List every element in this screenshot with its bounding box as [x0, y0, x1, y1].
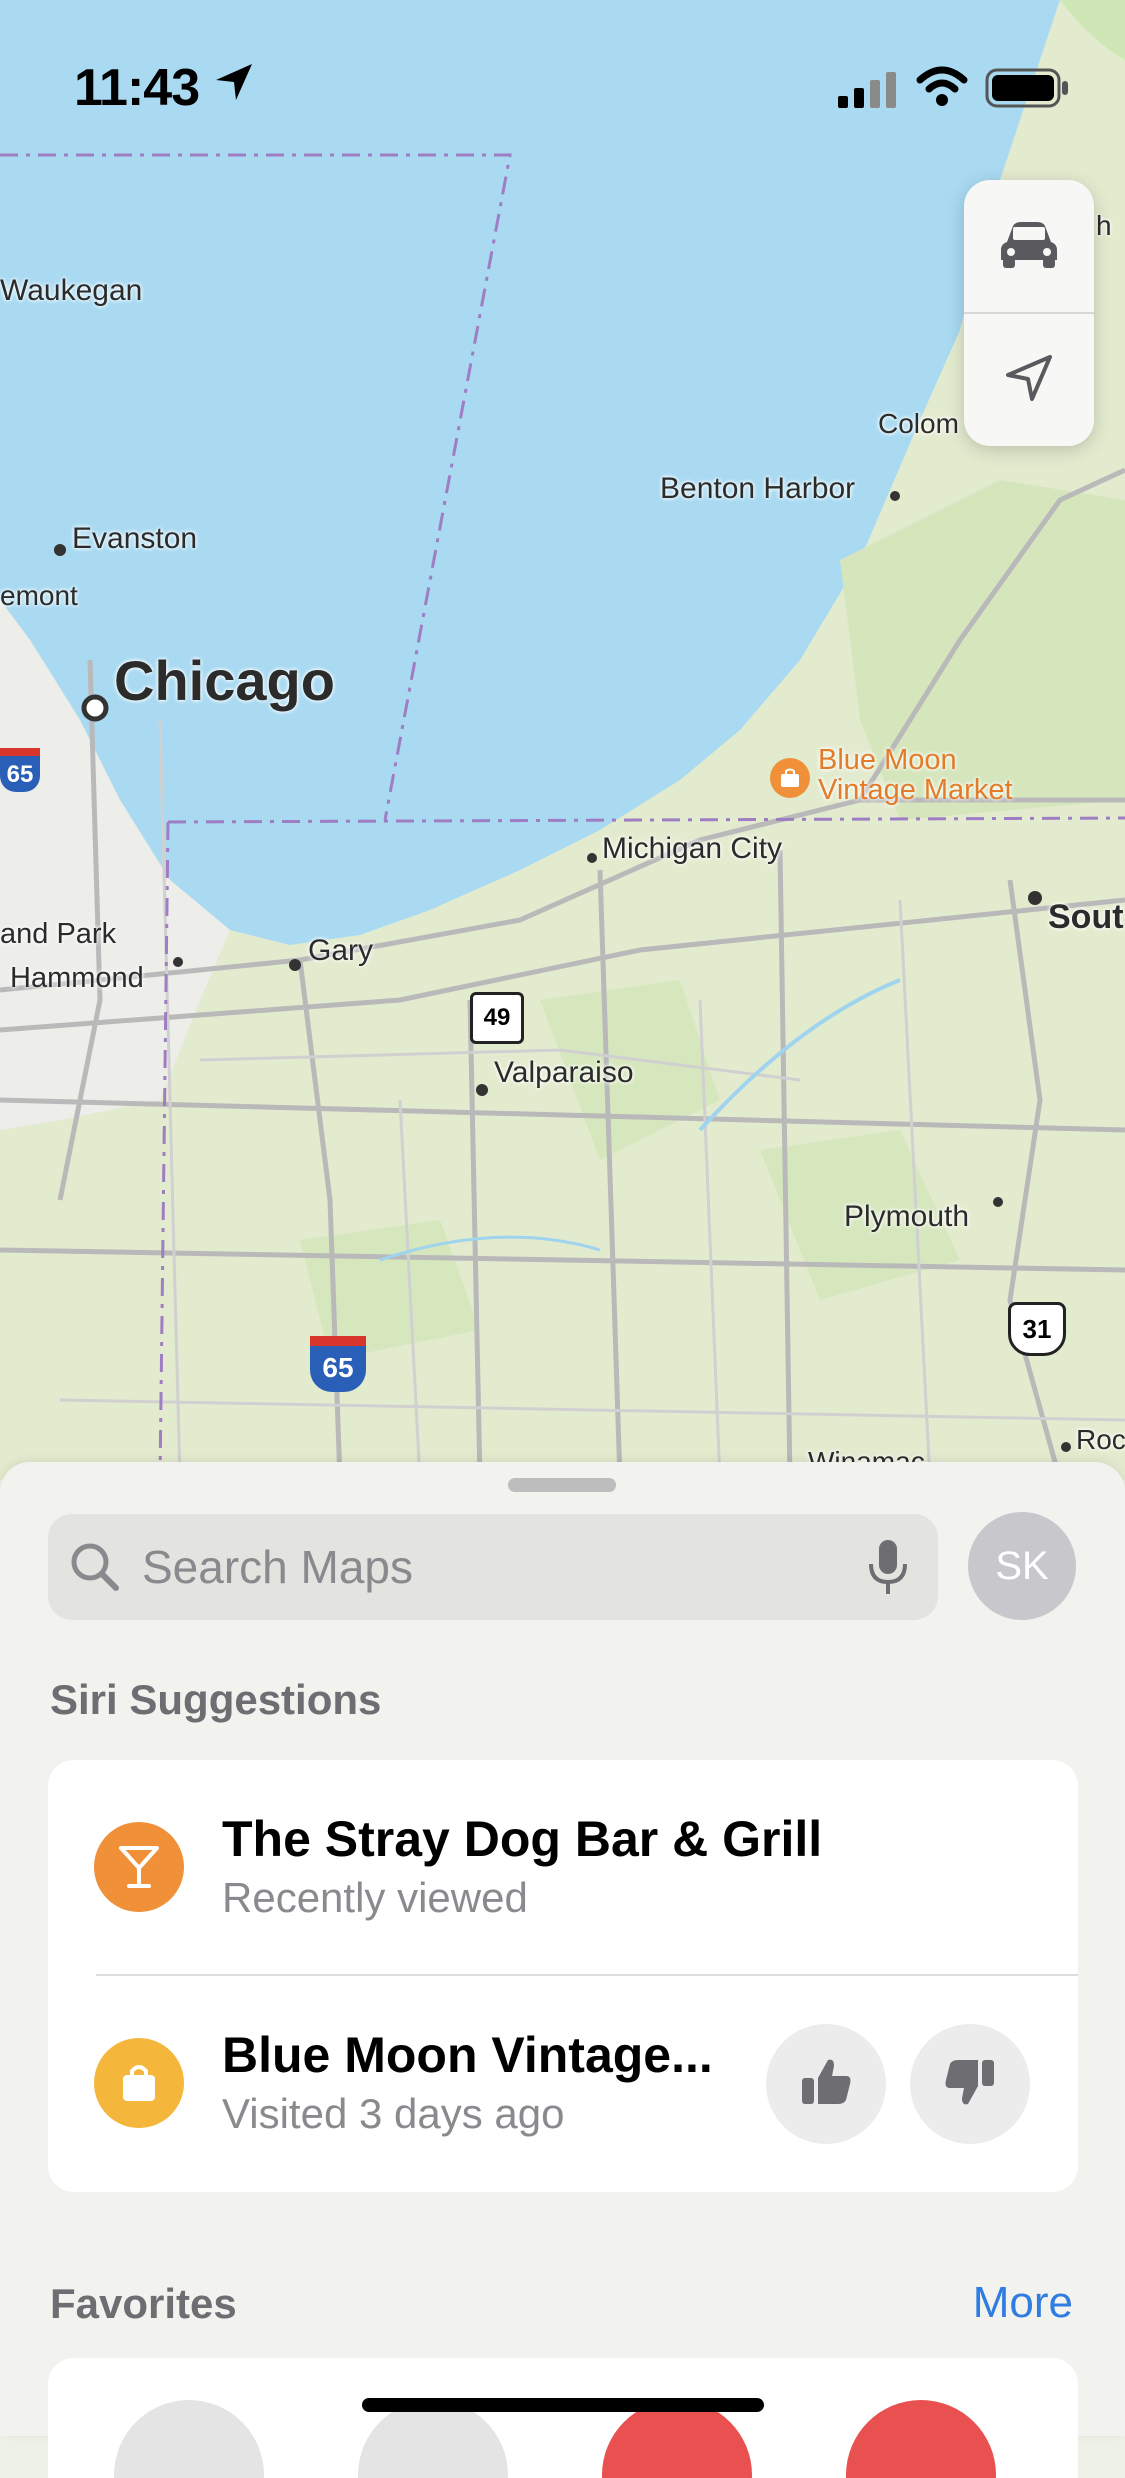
poi-blue-moon-vintage-market[interactable]: Blue Moon Vintage Market: [770, 744, 1070, 814]
map-label-waukegan: Waukegan: [0, 274, 143, 307]
favorite-item[interactable]: [114, 2400, 264, 2478]
poi-label-line2: Vintage Market: [818, 774, 1013, 806]
map-label-evanston: Evanston: [72, 522, 198, 555]
microphone-icon[interactable]: [866, 1536, 910, 1603]
location-arrow-icon: [1002, 351, 1056, 410]
map-label-plymouth: Plymouth: [844, 1200, 970, 1233]
map-label-hammond: Hammond: [10, 962, 144, 994]
map-mode-button[interactable]: [964, 180, 1094, 312]
suggestion-subtitle: Recently viewed: [222, 1874, 528, 1921]
state-route-49-shield: 49: [470, 992, 524, 1044]
map-canvas[interactable]: [0, 0, 1125, 1480]
cocktail-icon: [94, 1822, 184, 1912]
search-input[interactable]: [140, 1536, 844, 1598]
home-indicator[interactable]: [362, 2398, 764, 2412]
status-time: 11:43: [74, 59, 200, 117]
map-label-valparaiso: Valparaiso: [494, 1056, 634, 1089]
thumbs-up-icon: [798, 2054, 854, 2115]
location-services-icon: [212, 60, 260, 108]
map-label-glenview: emont: [0, 580, 78, 611]
poi-label-line1: Blue Moon: [818, 744, 957, 776]
siri-suggestions-title: Siri Suggestions: [50, 1676, 382, 1723]
favorites-card: [48, 2358, 1078, 2478]
map-label-michigan-city: Michigan City: [602, 832, 783, 865]
map-label-rochester: Roc: [1076, 1424, 1125, 1455]
map-label-highland-park: and Park: [0, 918, 117, 950]
favorites-more-link[interactable]: More: [973, 2278, 1073, 2328]
car-icon: [997, 218, 1061, 275]
map-label-coloma: Colom: [878, 408, 959, 439]
bottom-sheet[interactable]: SK Siri Suggestions The Stray Dog Bar & …: [0, 1462, 1125, 2478]
battery-icon: [985, 66, 1071, 115]
account-avatar[interactable]: SK: [968, 1512, 1076, 1620]
current-location-button[interactable]: [964, 314, 1094, 446]
shopping-bag-icon: [770, 758, 810, 798]
suggestion-title: Blue Moon Vintage...: [222, 2027, 713, 2083]
thumbs-down-button[interactable]: [910, 2024, 1030, 2144]
search-bar[interactable]: [48, 1514, 938, 1620]
map-view[interactable]: [0, 0, 1125, 1480]
favorite-item[interactable]: [846, 2400, 996, 2478]
wifi-icon: [916, 64, 968, 113]
us-route-31-shield: 31: [1008, 1302, 1066, 1356]
map-label-benton-harbor: Benton Harbor: [660, 472, 856, 505]
interstate-65-shield: 65: [310, 1336, 366, 1392]
suggestion-title: The Stray Dog Bar & Grill: [222, 1811, 823, 1867]
thumbs-up-button[interactable]: [766, 2024, 886, 2144]
cellular-signal-icon: [838, 70, 900, 115]
thumbs-down-icon: [942, 2054, 998, 2115]
suggestion-row[interactable]: Blue Moon Vintage... Visited 3 days ago: [48, 1976, 1078, 2192]
suggestion-row[interactable]: The Stray Dog Bar & Grill Recently viewe…: [48, 1760, 1078, 1976]
map-controls-panel: [964, 180, 1094, 446]
sheet-grabber[interactable]: [508, 1478, 616, 1492]
interstate-65-shield: 65: [0, 748, 40, 792]
search-icon: [68, 1540, 122, 1599]
status-bar: 11:43: [0, 0, 1125, 140]
suggestion-subtitle: Visited 3 days ago: [222, 2090, 565, 2137]
siri-suggestions-card: The Stray Dog Bar & Grill Recently viewe…: [48, 1760, 1078, 2192]
shopping-bag-icon: [94, 2038, 184, 2128]
favorites-title: Favorites: [50, 2280, 237, 2327]
map-label-gary: Gary: [308, 934, 374, 967]
map-label-north: h: [1096, 210, 1112, 241]
map-label-chicago[interactable]: Chicago: [114, 648, 335, 713]
map-label-south-bend: Sout: [1048, 898, 1124, 936]
